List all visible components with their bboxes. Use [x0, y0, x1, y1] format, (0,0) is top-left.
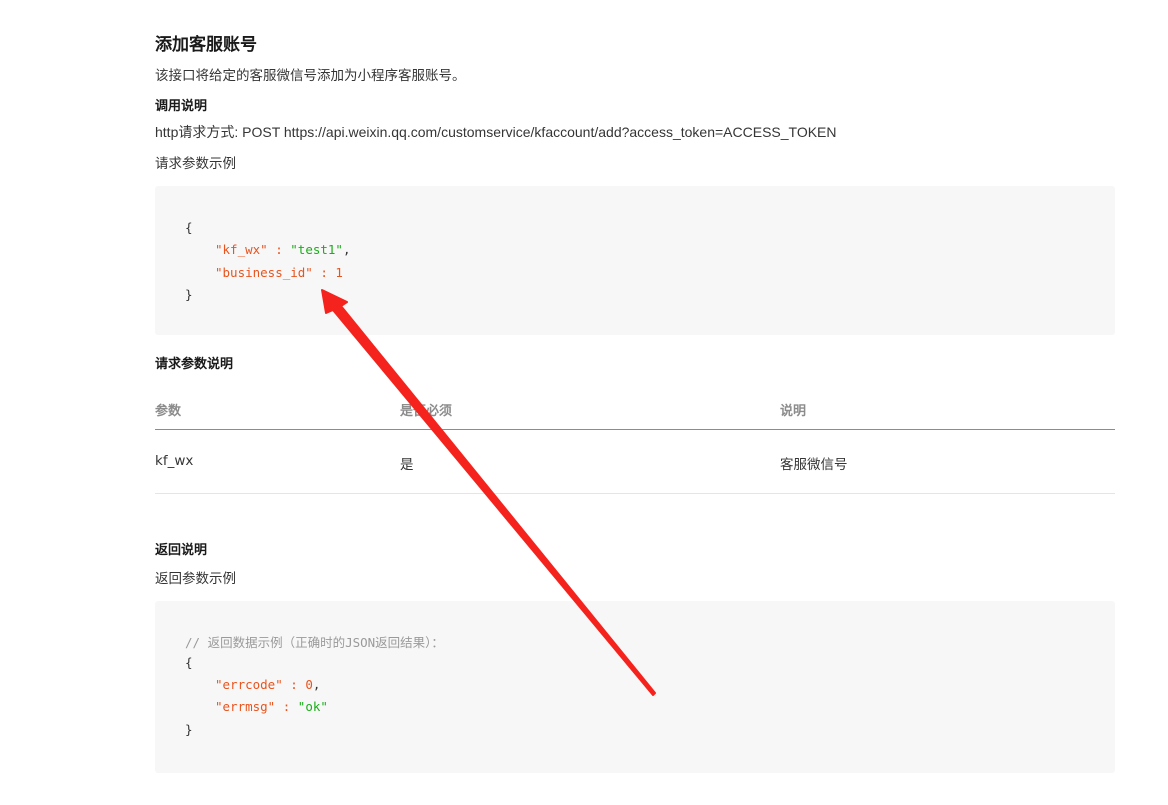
- code-comment: // 返回数据示例（正确时的JSON返回结果）：: [185, 635, 444, 650]
- code-number-value: 1: [335, 265, 343, 280]
- table-cell-required: 是: [400, 457, 414, 473]
- table-header-param: 参数: [155, 404, 182, 419]
- code-line-errcode: "errcode" : 0,: [215, 677, 321, 692]
- code-key: "business_id": [215, 265, 313, 280]
- return-example-label: 返回参数示例: [155, 571, 236, 587]
- request-code-block: { "kf_wx" : "test1", "business_id" : 1 }: [155, 186, 1115, 335]
- params-heading: 请求参数说明: [155, 357, 234, 372]
- code-key: "kf_wx": [215, 242, 268, 257]
- code-close-brace: }: [185, 722, 193, 737]
- table-header-required: 是否必须: [400, 404, 453, 419]
- table-cell-desc: 客服微信号: [780, 457, 848, 473]
- page-description: 该接口将给定的客服微信号添加为小程序客服账号。: [155, 68, 466, 84]
- code-open-brace: {: [185, 220, 193, 235]
- return-heading: 返回说明: [155, 543, 208, 558]
- code-number-value: 0: [305, 677, 313, 692]
- code-string-value: "ok": [297, 699, 328, 714]
- request-example-label: 请求参数示例: [155, 156, 236, 172]
- code-line-business-id: "business_id" : 1: [215, 265, 343, 280]
- code-close-brace: }: [185, 287, 193, 302]
- page-title: 添加客服账号: [155, 35, 257, 55]
- code-key: "errcode": [215, 677, 283, 692]
- table-row-divider: [155, 493, 1115, 494]
- call-heading: 调用说明: [155, 99, 208, 114]
- table-header-desc: 说明: [780, 404, 807, 419]
- code-open-brace: {: [185, 655, 193, 670]
- table-header-divider: [155, 429, 1115, 430]
- code-string-value: "test1": [290, 242, 343, 257]
- return-code-block: // 返回数据示例（正确时的JSON返回结果）： { "errcode" : 0…: [155, 601, 1115, 773]
- code-line-kf-wx: "kf_wx" : "test1",: [215, 242, 351, 257]
- http-request-line: http请求方式: POST https://api.weixin.qq.com…: [155, 124, 837, 140]
- table-cell-param: kf_wx: [155, 453, 194, 469]
- code-key: "errmsg": [215, 699, 276, 714]
- code-line-errmsg: "errmsg" : "ok": [215, 699, 328, 714]
